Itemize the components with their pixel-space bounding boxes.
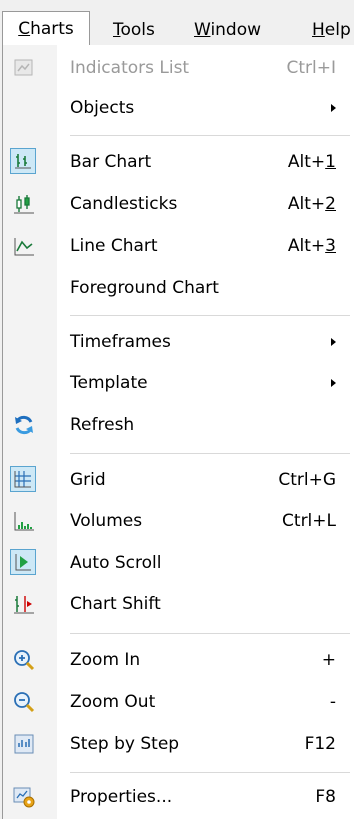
menubar-window[interactable]: Window (194, 15, 261, 45)
menu-item-step-by-step[interactable]: Step by Step F12 (3, 724, 353, 764)
menu-item-candlesticks[interactable]: Candlesticks Alt+2 (3, 184, 353, 224)
menu-item-zoom-in[interactable]: Zoom In + (3, 640, 353, 680)
menu-item-chart-shift[interactable]: Chart Shift (3, 584, 353, 624)
submenu-arrow-icon (331, 338, 336, 346)
line-chart-icon (12, 234, 36, 258)
menu-item-template[interactable]: Template (3, 363, 353, 403)
zoom-in-icon (12, 648, 36, 672)
menubar-help[interactable]: Help (312, 15, 351, 45)
submenu-arrow-icon (331, 104, 336, 112)
menu-item-foreground-chart[interactable]: Foreground Chart (3, 268, 353, 308)
menu-separator (70, 453, 350, 454)
menu-item-auto-scroll[interactable]: Auto Scroll (3, 543, 353, 583)
zoom-out-icon (12, 690, 36, 714)
menu-separator (70, 772, 350, 773)
menu-item-timeframes[interactable]: Timeframes (3, 322, 353, 362)
grid-icon (10, 466, 36, 492)
menubar-tools[interactable]: Tools (113, 15, 155, 45)
menu-item-indicators-list[interactable]: Indicators List Ctrl+I (3, 48, 353, 88)
menu-item-refresh[interactable]: Refresh (3, 405, 353, 445)
auto-scroll-icon (10, 549, 36, 575)
menu-item-zoom-out[interactable]: Zoom Out - (3, 682, 353, 722)
submenu-arrow-icon (331, 379, 336, 387)
bar-chart-icon (10, 148, 36, 174)
menu-separator (70, 315, 350, 316)
menu-item-grid[interactable]: Grid Ctrl+G (3, 460, 353, 500)
menu-item-line-chart[interactable]: Line Chart Alt+3 (3, 226, 353, 266)
chart-shift-icon (12, 592, 36, 616)
refresh-icon (12, 413, 36, 437)
step-by-step-icon (12, 732, 36, 756)
menu-bar: Charts Tools Window Help (0, 0, 354, 46)
charts-dropdown-menu: Indicators List Ctrl+I Objects Bar Chart… (2, 45, 354, 819)
volumes-icon (12, 509, 36, 533)
menu-separator (70, 135, 350, 136)
candlesticks-icon (12, 192, 36, 216)
menu-item-bar-chart[interactable]: Bar Chart Alt+1 (3, 142, 353, 182)
properties-icon (12, 785, 36, 809)
menu-item-properties[interactable]: Properties... F8 (3, 777, 353, 817)
menu-item-objects[interactable]: Objects (3, 88, 353, 128)
menu-item-volumes[interactable]: Volumes Ctrl+L (3, 501, 353, 541)
menu-separator (70, 633, 350, 634)
indicators-list-icon (12, 56, 36, 80)
menubar-charts[interactable]: Charts (2, 11, 90, 45)
